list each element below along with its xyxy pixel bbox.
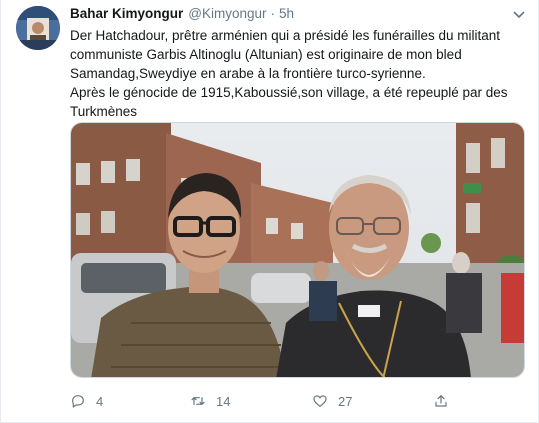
tweet-text: Der Hatchadour, prêtre arménien qui a pr… [70, 26, 525, 121]
tweet-card[interactable]: Bahar Kimyongur @Kimyongur · 5h Der Hatc… [0, 0, 539, 423]
author-handle[interactable]: @Kimyongur [188, 6, 266, 21]
timestamp[interactable]: 5h [279, 6, 294, 21]
tweet-text-line: Der Hatchadour, prêtre arménien qui a pr… [70, 28, 500, 81]
reply-button[interactable]: 4 [70, 389, 103, 413]
chevron-down-icon[interactable] [512, 8, 526, 22]
tweet-header: Bahar Kimyongur @Kimyongur · 5h [70, 6, 294, 24]
reply-icon [72, 395, 84, 408]
like-count: 27 [338, 393, 353, 409]
tweet-actions: 4 14 27 [70, 389, 525, 413]
tweet-photo[interactable] [70, 122, 525, 378]
like-button[interactable]: 27 [312, 389, 352, 413]
reply-count: 4 [96, 393, 104, 409]
avatar[interactable] [16, 6, 60, 50]
tweet-text-line: Après le génocide de 1915,Kaboussié,son … [70, 85, 508, 119]
retweet-button[interactable]: 14 [190, 389, 230, 413]
retweet-icon [191, 397, 205, 405]
author-name[interactable]: Bahar Kimyongur [70, 6, 183, 21]
separator: · [270, 6, 276, 21]
retweet-count: 14 [216, 393, 231, 409]
share-icon [435, 395, 447, 407]
share-button[interactable] [433, 389, 459, 413]
heart-icon [313, 395, 327, 407]
